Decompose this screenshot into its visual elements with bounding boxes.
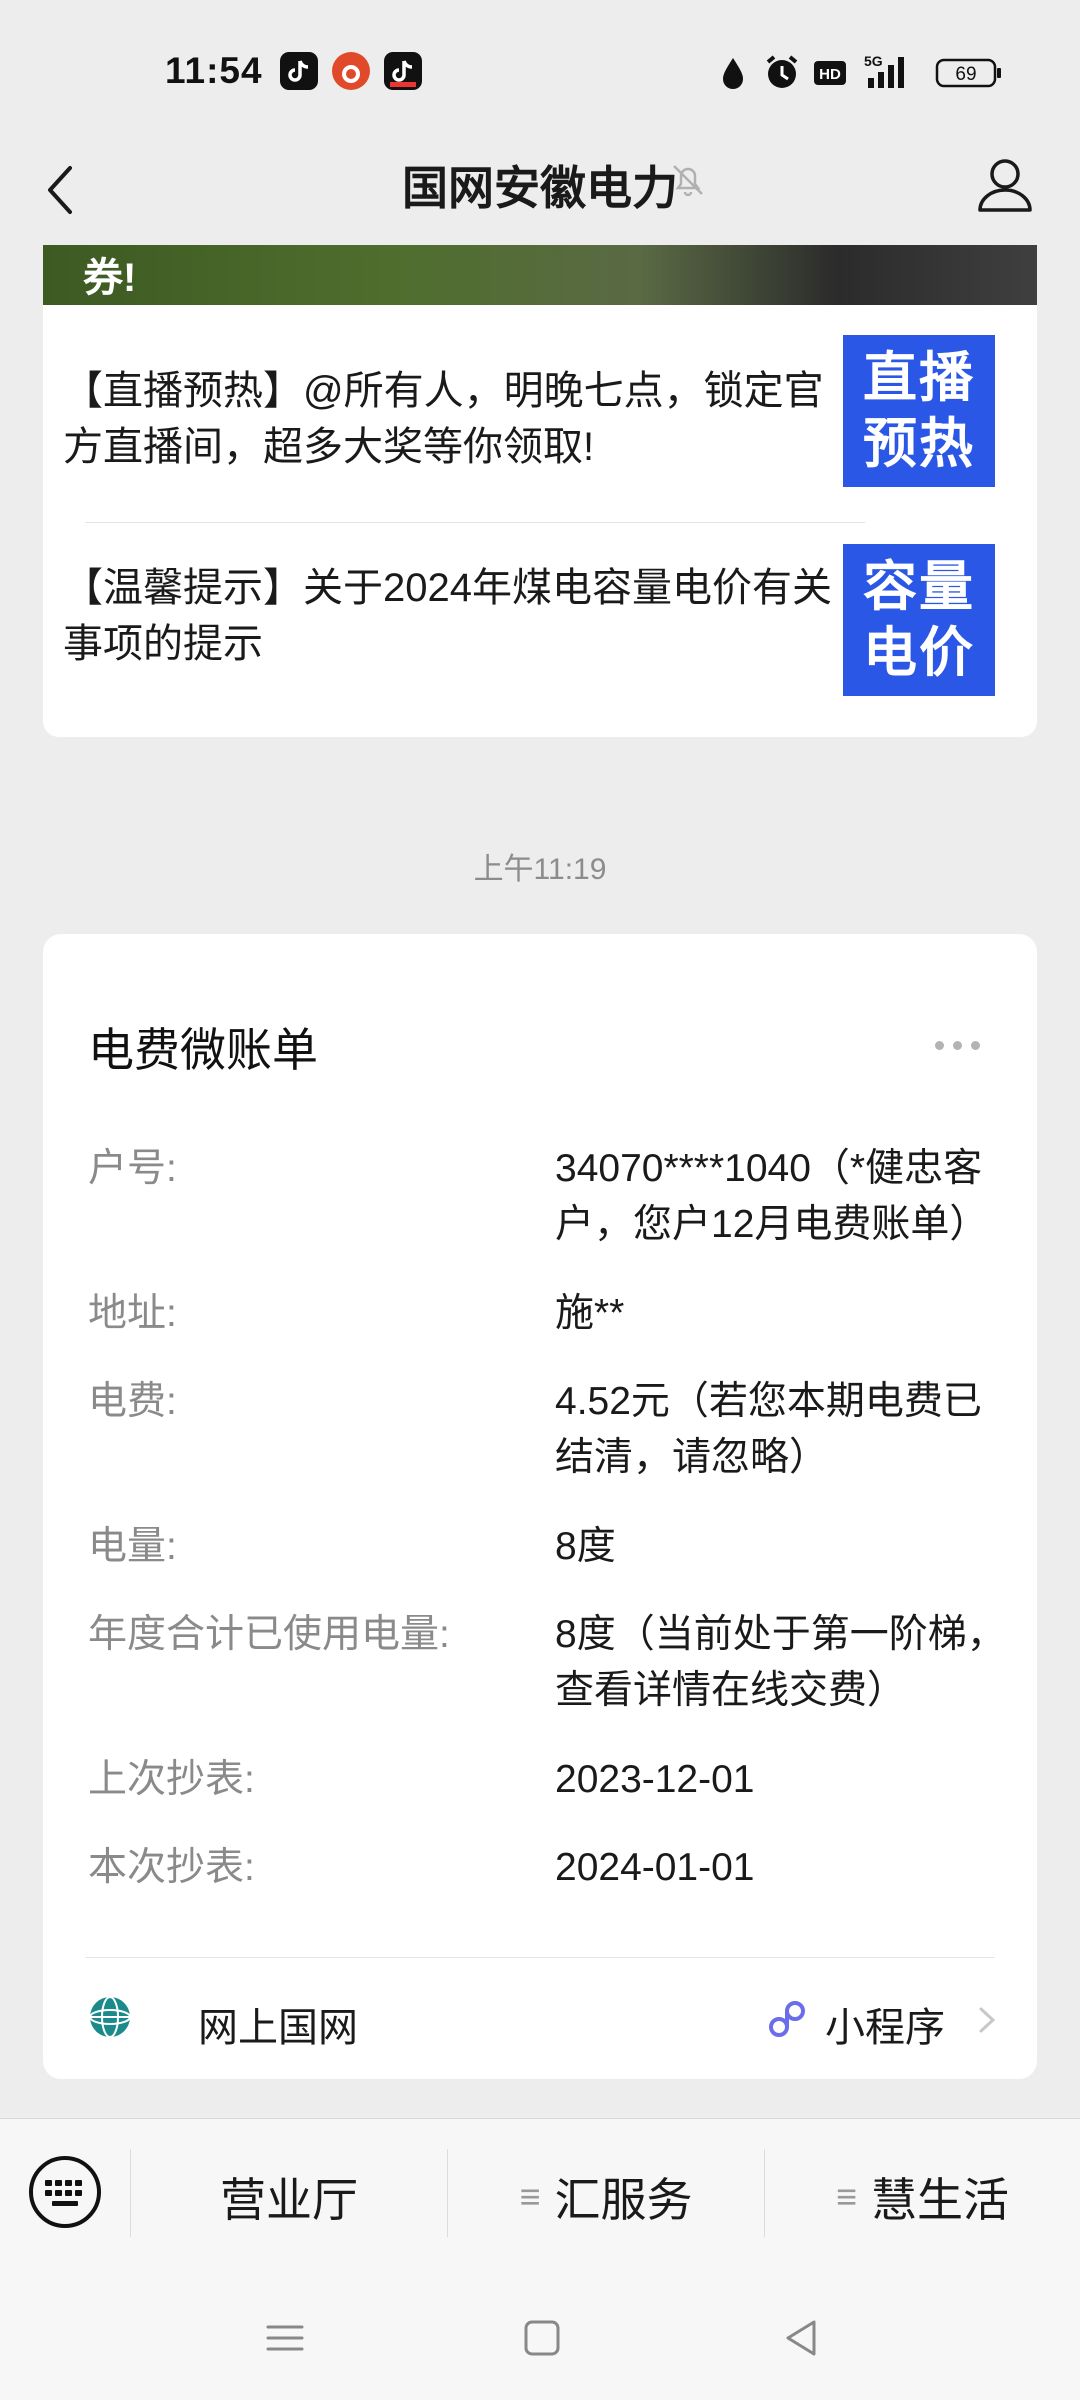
row-label: 地址: xyxy=(88,1292,177,1335)
article-title: 【直播预热】@所有人，明晚七点，锁定官方直播间，超多大奖等你领取! xyxy=(63,369,824,469)
battery-icon: 69 xyxy=(935,52,1005,92)
source-app-name: 网上国网 xyxy=(198,2006,358,2050)
bill-title: 电费微账单 xyxy=(88,1024,318,1076)
chat-header: 国网安徽电力 xyxy=(0,140,1080,245)
row-label: 上次抄表: xyxy=(88,1758,255,1801)
home-button[interactable] xyxy=(517,2313,567,2363)
page-title: 国网安徽电力 xyxy=(402,162,678,214)
bill-row-address: 地址: 施** xyxy=(88,1286,1008,1342)
signal-5g-icon: 5G xyxy=(862,52,922,92)
bill-row-usage: 电量: 8度 xyxy=(88,1519,1008,1575)
system-back-button[interactable] xyxy=(776,2313,826,2363)
keyboard-toggle-button[interactable] xyxy=(28,2155,102,2229)
menu-item-label: 汇服务 xyxy=(554,2173,693,2226)
row-value: 施** xyxy=(555,1292,625,1335)
article-thumbnail: 容量 电价 xyxy=(843,544,995,696)
menu-list-icon: ≡ xyxy=(519,2175,541,2217)
message-timestamp: 上午11:19 xyxy=(473,853,607,886)
menu-list-icon: ≡ xyxy=(835,2175,857,2217)
bell-muted-icon xyxy=(668,160,708,200)
hd-icon: HD xyxy=(812,52,848,92)
article-thumbnail: 直播 预热 xyxy=(843,335,995,487)
article-card: 券! 【直播预热】@所有人，明晚七点，锁定官方直播间，超多大奖等你领取! 直播 … xyxy=(43,245,1037,737)
svg-text:HD: HD xyxy=(819,66,841,83)
person-icon xyxy=(978,159,1032,212)
article-title: 【温馨提示】关于2024年煤电容量电价有关事项的提示 xyxy=(63,566,832,666)
bill-card[interactable]: 电费微账单 户号: 34070****1040（*健忠客户，您户12月电费账单）… xyxy=(43,934,1037,2079)
more-options-button[interactable] xyxy=(935,1037,991,1053)
article-banner[interactable]: 券! xyxy=(43,245,1037,305)
bill-row-annual-usage: 年度合计已使用电量: 8度（当前处于第一阶梯，查看详情在线交费） xyxy=(88,1607,1008,1719)
menu-item-label: 慧生活 xyxy=(871,2173,1009,2226)
bill-row-fee: 电费: 4.52元（若您本期电费已结清，请忽略） xyxy=(88,1374,1008,1486)
article-item[interactable]: 【直播预热】@所有人，明晚七点，锁定官方直播间，超多大奖等你领取! 直播 预热 xyxy=(43,335,1037,530)
tiktok-lite-notification-icon xyxy=(384,52,422,90)
divider xyxy=(85,522,865,523)
profile-button[interactable] xyxy=(975,150,1035,220)
app-notification-icon xyxy=(332,52,370,90)
menu-item-services[interactable]: ≡ 汇服务 xyxy=(448,2119,764,2274)
mini-program-link[interactable]: 小程序 xyxy=(765,1989,1005,2050)
row-value: 8度（当前处于第一阶梯，查看详情在线交费） xyxy=(555,1613,1006,1712)
bill-row-last-reading: 上次抄表: 2023-12-01 xyxy=(88,1752,1008,1808)
menu-lines-icon xyxy=(266,2325,304,2351)
row-label: 户号: xyxy=(88,1147,177,1190)
banner-text: 券! xyxy=(83,256,137,300)
menu-item-life[interactable]: ≡ 慧生活 xyxy=(765,2119,1080,2274)
triangle-back-icon xyxy=(786,2320,816,2356)
keyboard-icon xyxy=(29,2156,101,2228)
menu-item-label: 营业厅 xyxy=(220,2173,358,2226)
system-nav-bar xyxy=(0,2273,1080,2400)
bottom-menu: 营业厅 ≡ 汇服务 ≡ 慧生活 xyxy=(0,2118,1080,2273)
tiktok-notification-icon xyxy=(280,52,318,90)
status-time: 11:54 xyxy=(165,50,263,91)
recent-apps-button[interactable] xyxy=(260,2313,310,2363)
status-bar: 11:54 HD 5G 69 xyxy=(0,0,1080,140)
row-label: 年度合计已使用电量: xyxy=(88,1613,450,1656)
mini-program-icon xyxy=(769,2001,805,2037)
row-label: 电费: xyxy=(88,1380,177,1423)
article-item[interactable]: 【温馨提示】关于2024年煤电容量电价有关事项的提示 容量 电价 xyxy=(43,544,1037,737)
row-label: 本次抄表: xyxy=(88,1846,255,1889)
bill-row-account: 户号: 34070****1040（*健忠客户，您户12月电费账单） xyxy=(88,1141,1008,1253)
mini-program-label: 小程序 xyxy=(825,2006,945,2050)
state-grid-logo-icon xyxy=(89,1996,131,2038)
row-value: 2024-01-01 xyxy=(555,1846,755,1889)
bill-row-current-reading: 本次抄表: 2024-01-01 xyxy=(88,1840,1008,1896)
menu-item-business-hall[interactable]: 营业厅 xyxy=(131,2119,447,2274)
alarm-icon xyxy=(762,52,802,92)
chevron-right-icon xyxy=(979,2007,996,2033)
divider xyxy=(85,1957,995,1958)
svg-text:5G: 5G xyxy=(864,53,883,69)
row-label: 电量: xyxy=(88,1525,177,1568)
row-value: 8度 xyxy=(555,1525,616,1568)
row-value: 2023-12-01 xyxy=(555,1758,755,1801)
row-value: 4.52元（若您本期电费已结清，请忽略） xyxy=(555,1380,982,1479)
svg-text:69: 69 xyxy=(955,64,976,85)
water-drop-icon xyxy=(718,52,748,92)
row-value: 34070****1040（*健忠客户，您户12月电费账单） xyxy=(555,1147,989,1246)
square-icon xyxy=(524,2320,560,2356)
